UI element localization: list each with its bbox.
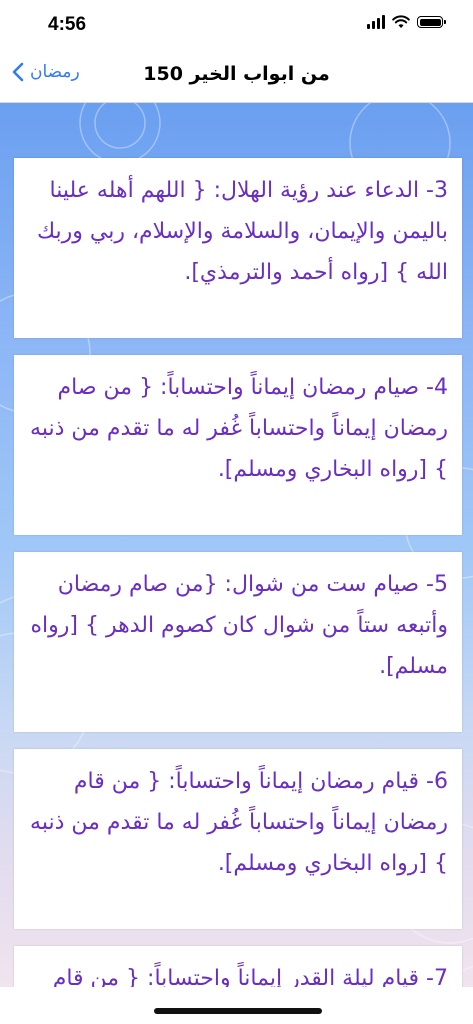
list-item[interactable]: 3- الدعاء عند رؤية الهلال: { اللهم أهله …: [14, 158, 462, 338]
content-scroll-view[interactable]: 3- الدعاء عند رؤية الهلال: { اللهم أهله …: [0, 103, 473, 987]
page-title: 150 من ابواب الخير: [143, 63, 330, 85]
status-icons: [367, 15, 446, 29]
list-item[interactable]: 5- صيام ست من شوال: {من صام رمضان وأتبعه…: [14, 552, 462, 732]
list-item-text: 4- صيام رمضان إيماناً واحتساباً: { من صا…: [30, 375, 448, 482]
list-item[interactable]: 7- قيام ليلة القدر إيماناً واحتساباً: { …: [14, 946, 462, 987]
list-item[interactable]: 4- صيام رمضان إيماناً واحتساباً: { من صا…: [14, 355, 462, 535]
wifi-icon: [392, 15, 410, 28]
home-indicator: [154, 1008, 322, 1014]
list-item[interactable]: 6- قيام رمضان إيماناً واحتساباً: { من قا…: [14, 749, 462, 929]
status-bar: 4:56: [0, 0, 473, 50]
list-item-text: 3- الدعاء عند رؤية الهلال: { اللهم أهله …: [36, 178, 448, 285]
list-item-text: 6- قيام رمضان إيماناً واحتساباً: { من قا…: [30, 769, 448, 876]
battery-icon: [417, 16, 446, 28]
navigation-bar: رمضان 150 من ابواب الخير: [0, 50, 473, 103]
list-item-text: 7- قيام ليلة القدر إيماناً واحتساباً: { …: [52, 966, 448, 987]
signal-icon: [367, 15, 385, 29]
list-item-text: 5- صيام ست من شوال: {من صام رمضان وأتبعه…: [30, 572, 449, 679]
status-time: 4:56: [48, 14, 87, 35]
